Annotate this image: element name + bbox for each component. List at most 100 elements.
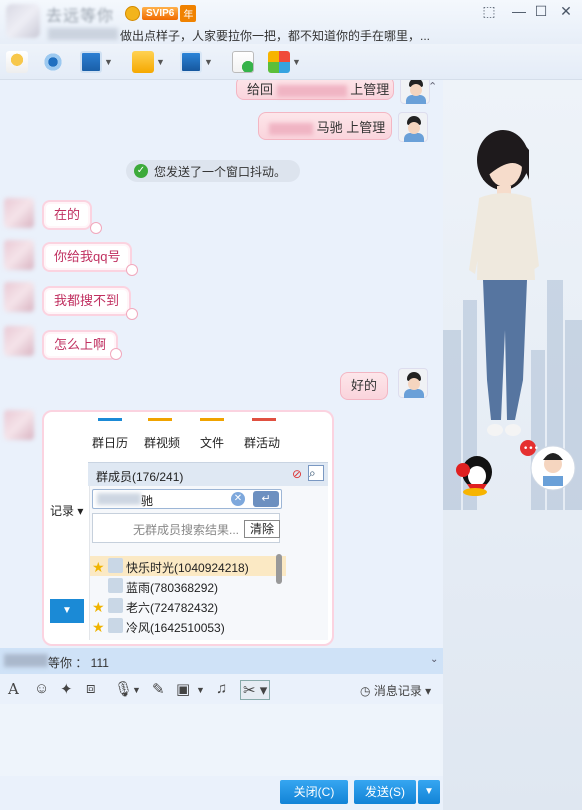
apps-button[interactable]: ▼: [268, 50, 301, 74]
crown-icon: [125, 6, 140, 21]
title-bar: 去远等你 SVIP6 年 做出点样子，人家要拉你一把，都不知道你的手在哪里，..…: [0, 0, 582, 44]
star-icon: ★: [92, 559, 105, 575]
tab-files: 文件: [200, 436, 225, 450]
font-icon[interactable]: A: [8, 680, 19, 698]
member-row: 蓝雨(780368292): [90, 576, 286, 596]
blurred-text: [4, 654, 48, 667]
bubble-deco-icon: [110, 348, 122, 360]
message-bubble-outgoing[interactable]: 马驰 上管理: [258, 112, 392, 140]
chevron-down-icon[interactable]: ▼: [292, 57, 301, 67]
contact-avatar[interactable]: [4, 282, 34, 312]
member-row: ★ 冷风(1642510053): [92, 618, 225, 635]
create-discussion-button[interactable]: [232, 50, 254, 74]
bubble-deco-icon: [126, 264, 138, 276]
enter-icon: ↵: [253, 491, 279, 507]
collapse-icon[interactable]: ⌄: [430, 654, 438, 665]
show-avatar-illustration: •••: [443, 130, 582, 510]
message-bubble-outgoing[interactable]: 给回 上管理: [236, 80, 394, 100]
toolbar: ▼ ▼ ▼ ▼: [0, 44, 582, 80]
screenshot-dropdown-button: ▼: [50, 599, 84, 623]
contact-avatar[interactable]: [4, 326, 34, 356]
contact-avatar[interactable]: [4, 240, 34, 270]
tab-color-bar: [252, 418, 276, 421]
input-toolbar: A ☺ ✦ ⧈ 🎙 ▼ ✎ ▣ ▼ ♫ ✂ ▾ ◷ 消息记录 ▾: [0, 674, 443, 704]
member-row: ★ 快乐时光(1040924218): [90, 556, 286, 576]
image-icon[interactable]: ▣: [176, 680, 190, 698]
folder-arrow-icon: [132, 51, 154, 73]
screenshot-image[interactable]: 记录 ▾ ▼ 群日历 群视频 文件 群活动 群成员(176/241) ⊘ ⌕ 驰: [50, 416, 328, 640]
contact-name: 去远等你: [46, 8, 115, 25]
tab-calendar: 群日历: [92, 436, 129, 450]
magic-wand-icon[interactable]: ✦: [60, 680, 73, 698]
bubble-deco-icon: [126, 308, 138, 320]
message-input[interactable]: [0, 704, 443, 776]
apps-grid-icon: [268, 51, 290, 73]
close-button[interactable]: ✕: [555, 2, 577, 20]
history-button[interactable]: ◷ 消息记录 ▾: [360, 682, 431, 699]
close-chat-button[interactable]: 关闭(C): [280, 780, 348, 804]
contact-avatar[interactable]: [4, 198, 34, 228]
message-bubble-outgoing[interactable]: 好的: [340, 372, 389, 400]
chevron-down-icon[interactable]: ▼: [156, 57, 165, 67]
tab-video: 群视频: [144, 436, 181, 450]
screenshot-icon[interactable]: ✂ ▾: [240, 680, 271, 700]
block-icon: ⊘: [292, 467, 303, 481]
screenshot-tabs: 群日历 群视频 文件 群活动: [88, 416, 328, 462]
signature-blur: [48, 28, 118, 40]
message-bubble-incoming[interactable]: 我都搜不到: [42, 286, 132, 316]
send-button[interactable]: 发送(S): [354, 780, 416, 804]
bubble-deco-icon: [90, 222, 102, 234]
self-avatar[interactable]: [398, 112, 428, 142]
member-avatar: [108, 598, 123, 613]
clear-button: 清除: [244, 520, 280, 538]
voice-call-button[interactable]: [6, 50, 28, 74]
screenshot-scrollbar: [276, 554, 282, 584]
send-file-button[interactable]: ▼: [132, 50, 165, 74]
chevron-down-icon[interactable]: ▼: [104, 57, 113, 67]
voice-message-icon[interactable]: 🎙: [114, 680, 133, 698]
collapse-up-icon[interactable]: ⌃: [428, 80, 442, 94]
blurred-text: [276, 84, 347, 97]
screen-share-button[interactable]: ▼: [180, 50, 213, 74]
search-icon: ⌕: [308, 465, 324, 481]
shake-window-icon[interactable]: ⧈: [86, 680, 96, 697]
member-row: ★ 老六(724782432): [92, 598, 219, 615]
system-notice: ✓ 您发送了一个窗口抖动。: [126, 160, 301, 182]
members-header: 群成员(176/241) ⊘ ⌕: [88, 462, 328, 486]
screenshot-history-label: 记录 ▾: [50, 504, 84, 518]
typing-notice-bar: 等你 ： 111 ⌄: [0, 648, 443, 674]
video-call-button[interactable]: [42, 50, 64, 74]
music-icon[interactable]: ♫: [216, 680, 227, 697]
message-bubble-incoming[interactable]: 怎么上啊: [42, 330, 119, 360]
message-bubble-image[interactable]: 记录 ▾ ▼ 群日历 群视频 文件 群活动 群成员(176/241) ⊘ ⌕ 驰: [42, 410, 334, 646]
member-avatar: [108, 578, 123, 593]
star-icon: ★: [92, 619, 105, 635]
member-avatar: [108, 558, 123, 573]
blurred-text: [97, 493, 141, 505]
chevron-down-icon[interactable]: ▼: [204, 57, 213, 67]
contact-avatar[interactable]: [4, 410, 34, 440]
member-search-input: 驰 ✕ ↵: [92, 489, 282, 509]
remote-desktop-button[interactable]: ▼: [80, 50, 113, 74]
monitor-icon: [80, 51, 102, 73]
chevron-down-icon[interactable]: ▼: [196, 685, 205, 695]
svip-badge[interactable]: SVIP6 年: [125, 5, 197, 22]
chevron-down-icon[interactable]: ▼: [132, 685, 141, 695]
emoji-icon[interactable]: ☺: [34, 680, 49, 697]
tab-color-bar: [200, 418, 224, 421]
chat-plus-icon: [232, 51, 254, 73]
self-avatar[interactable]: [398, 368, 428, 398]
microphone-icon: [6, 51, 28, 73]
message-bubble-incoming[interactable]: 在的: [42, 200, 93, 230]
edit-icon[interactable]: ✎: [152, 680, 165, 698]
message-bubble-incoming[interactable]: 你给我qq号: [42, 242, 133, 272]
skin-icon[interactable]: ⬚: [478, 2, 500, 20]
blurred-text: [269, 122, 313, 135]
self-avatar[interactable]: [400, 80, 430, 104]
maximize-button[interactable]: ☐: [530, 2, 552, 20]
minimize-button[interactable]: —: [508, 2, 530, 20]
webcam-icon: [42, 51, 64, 73]
chat-history[interactable]: ⌃ 给回 上管理 马驰 上管理 ✓ 您发送了一个窗口抖动。 在的 你给我qq号 …: [0, 80, 443, 648]
send-options-button[interactable]: ▼: [418, 780, 440, 804]
contact-avatar[interactable]: [6, 4, 40, 38]
